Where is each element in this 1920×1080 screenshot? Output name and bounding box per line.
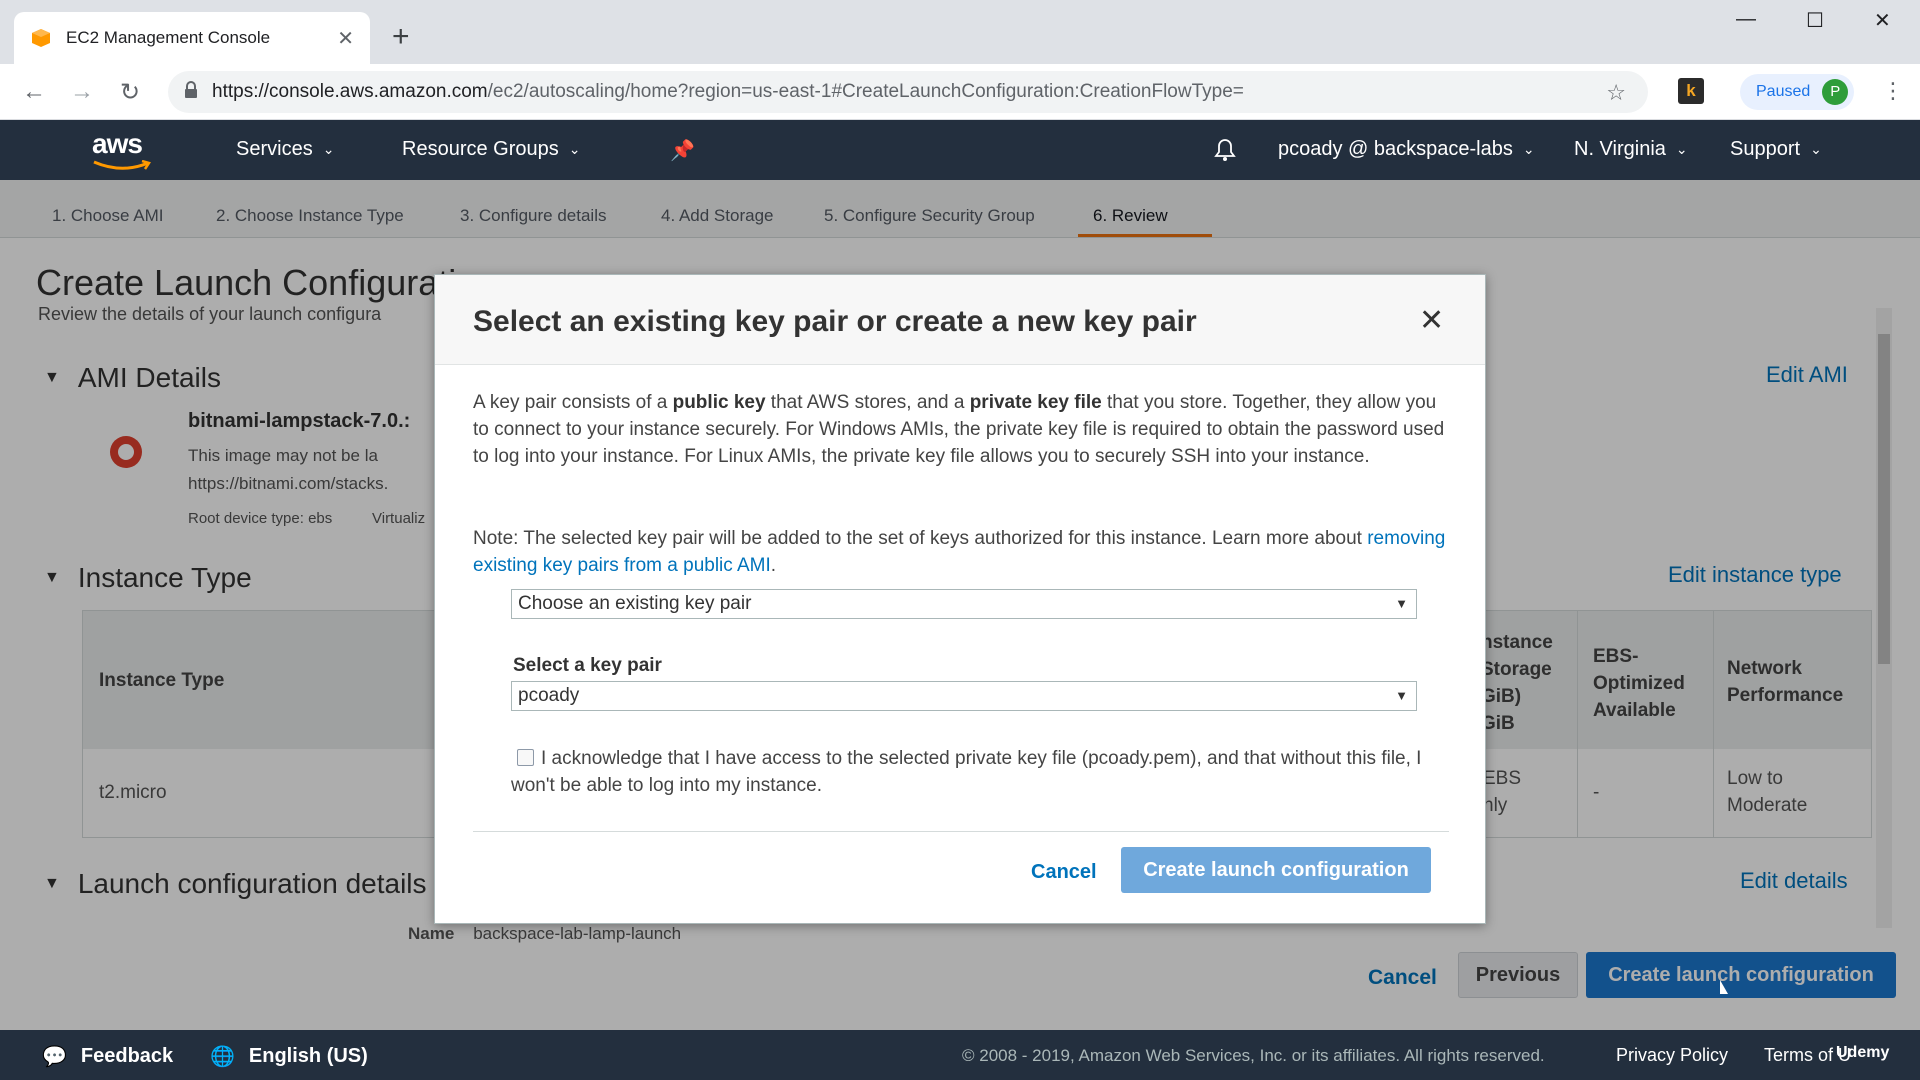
key-pair-mode-select[interactable]: Choose an existing key pair ▼ — [511, 589, 1417, 619]
services-menu[interactable]: Services ⌄ — [236, 138, 334, 161]
extension-icon[interactable]: k — [1678, 78, 1704, 104]
privacy-policy-link[interactable]: Privacy Policy — [1616, 1045, 1728, 1066]
forward-icon[interactable]: → — [66, 76, 98, 108]
feedback-button[interactable]: 💬 Feedback — [42, 1044, 173, 1069]
bookmark-star-icon[interactable]: ☆ — [1606, 80, 1626, 106]
reload-icon[interactable]: ↻ — [114, 76, 146, 108]
globe-icon: 🌐 — [210, 1046, 235, 1068]
lock-icon — [184, 80, 198, 104]
dialog-divider — [473, 831, 1449, 832]
aws-logo[interactable]: aws — [92, 128, 156, 172]
chevron-down-icon: ⌄ — [1522, 141, 1535, 157]
profile-button[interactable]: Paused P — [1740, 74, 1855, 110]
language-selector[interactable]: 🌐 English (US) — [210, 1044, 368, 1069]
minimize-icon[interactable]: — — [1736, 8, 1756, 31]
region-menu[interactable]: N. Virginia ⌄ — [1574, 138, 1688, 161]
chevron-down-icon: ⌄ — [322, 141, 335, 157]
feedback-icon: 💬 — [42, 1046, 67, 1068]
dialog-header: Select an existing key pair or create a … — [435, 275, 1485, 365]
avatar: P — [1822, 79, 1849, 105]
pin-icon[interactable]: 📌 — [670, 138, 695, 163]
dropdown-arrow-icon: ▼ — [1395, 688, 1408, 703]
key-pair-select[interactable]: pcoady ▼ — [511, 681, 1417, 711]
key-pair-dialog: Select an existing key pair or create a … — [434, 274, 1486, 924]
resource-groups-menu[interactable]: Resource Groups ⌄ — [402, 138, 580, 161]
key-pair-note: Note: The selected key pair will be adde… — [473, 528, 1446, 576]
aws-footer: 💬 Feedback 🌐 English (US) © 2008 - 2019, A… — [0, 1030, 1920, 1080]
chevron-down-icon: ⌄ — [568, 141, 581, 157]
chevron-down-icon: ⌄ — [1810, 141, 1822, 157]
browser-menu-icon[interactable]: ⋮ — [1882, 78, 1904, 104]
maximize-icon[interactable]: ☐ — [1806, 8, 1824, 33]
bell-icon[interactable] — [1214, 138, 1236, 162]
url-text: https://console.aws.amazon.com/ec2/autos… — [212, 81, 1244, 102]
dialog-title: Select an existing key pair or create a … — [473, 305, 1197, 338]
browser-tab[interactable]: EC2 Management Console ✕ — [14, 12, 370, 64]
back-icon[interactable]: ← — [18, 76, 50, 108]
key-pair-description: A key pair consists of a public key that… — [473, 392, 1445, 467]
close-icon[interactable]: ✕ — [1419, 303, 1444, 338]
copyright-text: © 2008 - 2019, Amazon Web Services, Inc.… — [962, 1046, 1545, 1065]
udemy-watermark: Udemy — [1836, 1044, 1890, 1061]
dropdown-arrow-icon: ▼ — [1395, 596, 1408, 611]
browser-tabstrip: EC2 Management Console ✕ + — ☐ ✕ — [0, 0, 1920, 64]
support-menu[interactable]: Support ⌄ — [1730, 138, 1822, 161]
tab-title: EC2 Management Console — [66, 28, 271, 47]
acknowledge-text: I acknowledge that I have access to the … — [511, 748, 1422, 796]
address-bar[interactable]: https://console.aws.amazon.com/ec2/autos… — [168, 71, 1648, 113]
dialog-create-button[interactable]: Create launch configuration — [1121, 847, 1431, 893]
dialog-cancel-button[interactable]: Cancel — [1031, 861, 1097, 884]
chevron-down-icon: ⌄ — [1675, 141, 1688, 157]
window-close-icon[interactable]: ✕ — [1874, 8, 1891, 33]
mouse-cursor — [1720, 980, 1728, 994]
select-key-pair-label: Select a key pair — [513, 655, 662, 676]
tab-close-icon[interactable]: ✕ — [337, 26, 354, 51]
aws-cube-icon — [30, 27, 52, 49]
profile-status: Paused — [1756, 83, 1811, 100]
new-tab-icon[interactable]: + — [392, 22, 410, 52]
aws-navbar: aws Services ⌄ Resource Groups ⌄ 📌 pcoady … — [0, 120, 1920, 180]
account-menu[interactable]: pcoady @ backspace-labs ⌄ — [1278, 138, 1535, 161]
browser-toolbar: ← → ↻ https://console.aws.amazon.com/ec2… — [0, 64, 1920, 120]
